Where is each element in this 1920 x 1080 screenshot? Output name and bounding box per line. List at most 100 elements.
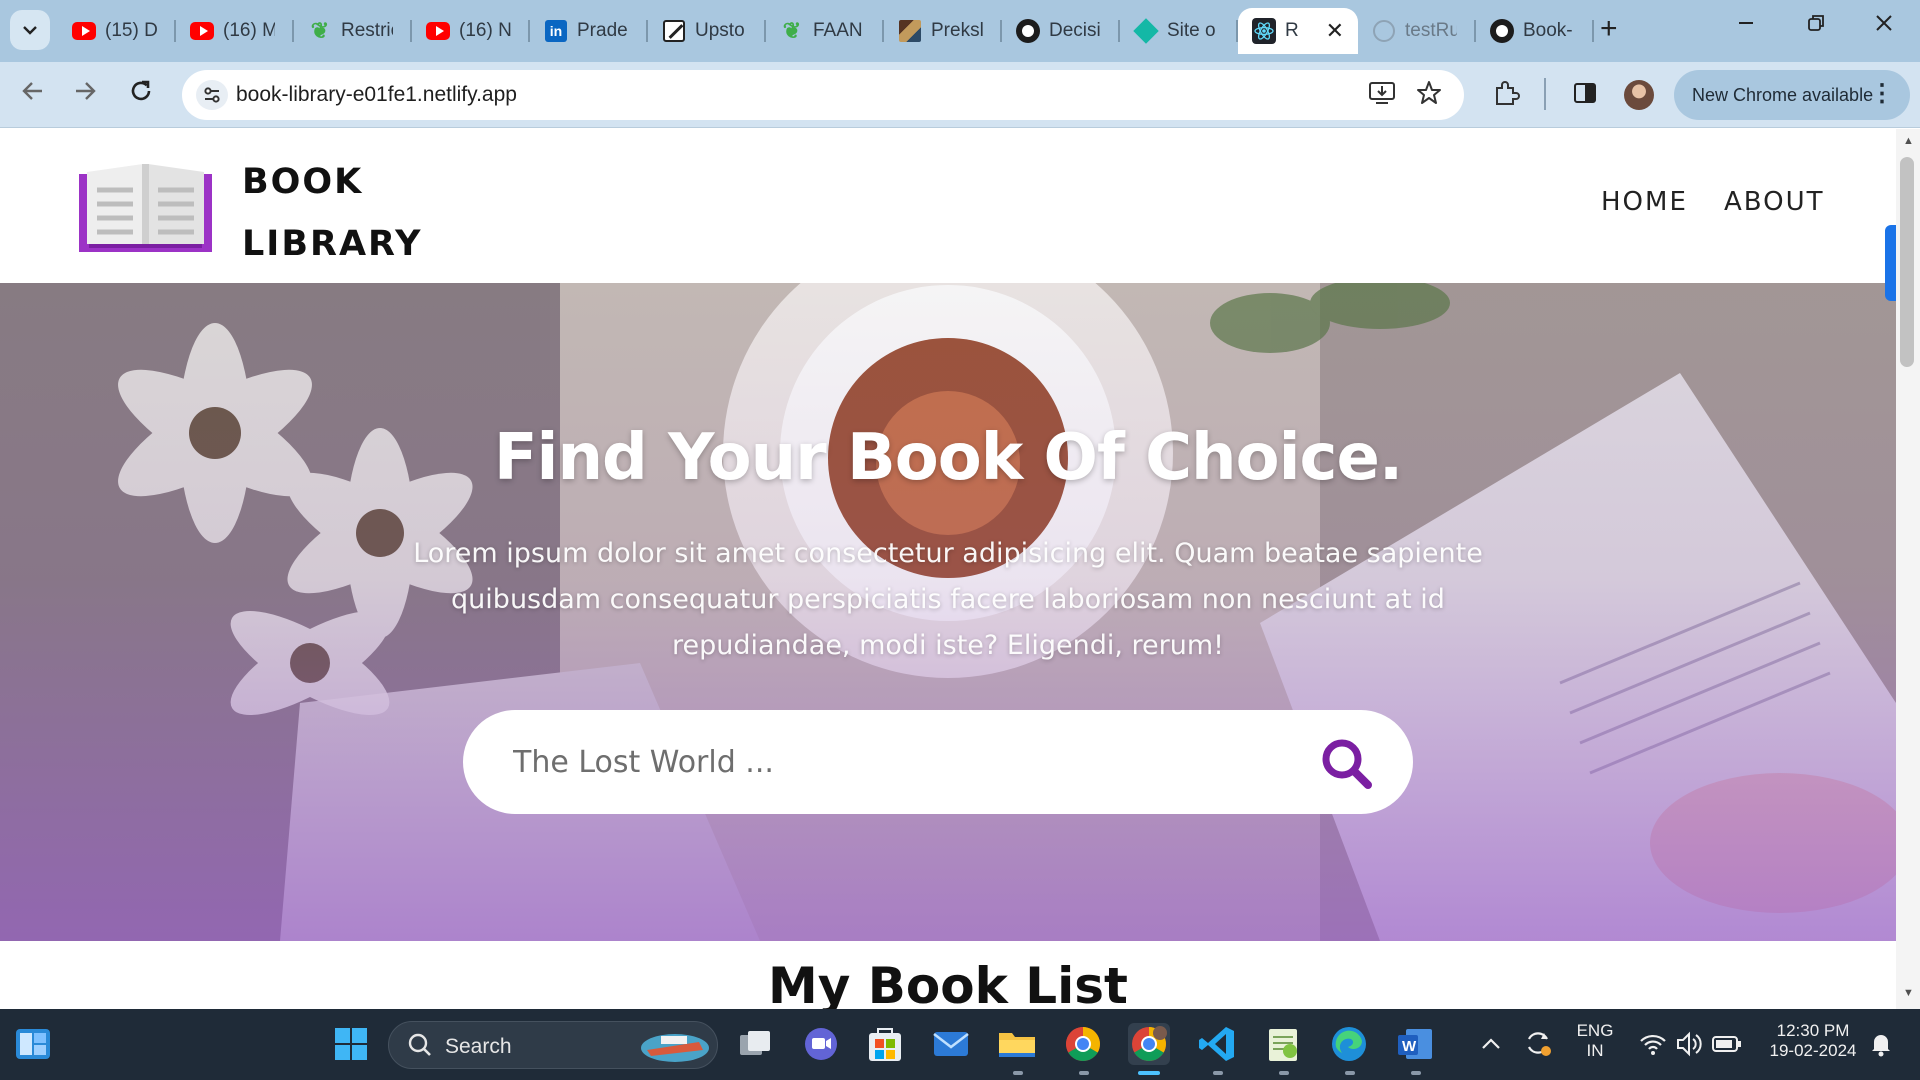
browser-tab[interactable]: Upsto xyxy=(648,8,766,54)
profile-avatar[interactable] xyxy=(1624,80,1654,110)
chrome-icon[interactable] xyxy=(1062,1023,1104,1065)
close-tab-icon[interactable]: ✕ xyxy=(1326,18,1344,44)
tab-label: R xyxy=(1285,20,1299,41)
hero-description: Lorem ipsum dolor sit amet consectetur a… xyxy=(413,538,1483,661)
mail-icon[interactable] xyxy=(930,1023,972,1065)
browser-tab[interactable]: ❦ FAAN xyxy=(766,8,884,54)
widgets-icon[interactable] xyxy=(12,1023,54,1065)
globe-icon xyxy=(1372,19,1396,43)
browser-tab-active[interactable]: R ✕ xyxy=(1238,8,1358,54)
sync-icon[interactable] xyxy=(1522,1027,1554,1059)
running-indicator xyxy=(1345,1071,1355,1075)
browser-tab[interactable]: in Prade xyxy=(530,8,648,54)
photo-icon xyxy=(898,19,922,43)
browser-tab[interactable]: (16) N xyxy=(412,8,530,54)
youtube-icon xyxy=(72,19,96,43)
url-text[interactable]: book-library-e01fe1.netlify.app xyxy=(236,83,517,107)
minimize-icon[interactable] xyxy=(1736,12,1756,40)
battery-icon[interactable] xyxy=(1710,1029,1744,1059)
show-hidden-icons-chevron-icon[interactable] xyxy=(1478,1031,1504,1057)
scroll-up-icon[interactable]: ▲ xyxy=(1903,135,1914,147)
svg-text:W: W xyxy=(1402,1038,1417,1055)
tab-label: Site o xyxy=(1167,20,1216,41)
diamond-icon xyxy=(1133,18,1159,44)
brand-title[interactable]: BOOK LIBRARY xyxy=(242,151,462,275)
back-arrow-icon[interactable] xyxy=(20,78,46,110)
volume-icon[interactable] xyxy=(1674,1029,1704,1059)
language-region: IN xyxy=(1586,1041,1604,1060)
running-indicator xyxy=(1013,1071,1023,1075)
open-book-logo-icon[interactable] xyxy=(79,162,212,252)
tab-label: (16) M xyxy=(223,20,275,41)
notepad-plus-plus-icon[interactable] xyxy=(1262,1023,1304,1065)
running-indicator xyxy=(1079,1071,1089,1075)
language-indicator[interactable]: ENG IN xyxy=(1570,1021,1620,1061)
search-icon xyxy=(408,1033,431,1056)
forward-arrow-icon[interactable] xyxy=(72,78,98,110)
site-settings-icon[interactable] xyxy=(196,80,228,110)
bookmark-star-icon[interactable] xyxy=(1416,80,1442,111)
running-indicator xyxy=(1213,1071,1223,1075)
browser-tab[interactable]: Preksl xyxy=(884,8,1002,54)
clock[interactable]: 12:30 PM 19-02-2024 xyxy=(1756,1021,1870,1061)
tab-label: Restric xyxy=(341,20,393,41)
start-windows-icon[interactable] xyxy=(330,1023,372,1065)
microsoft-store-icon[interactable] xyxy=(864,1023,906,1065)
toolbar-divider xyxy=(1544,78,1546,110)
tab-label: Book- xyxy=(1523,20,1573,41)
language-code: ENG xyxy=(1576,1021,1614,1040)
browser-tab[interactable]: (15) D xyxy=(58,8,176,54)
react-icon xyxy=(1252,18,1276,44)
update-chrome-button[interactable]: New Chrome available ⋮ xyxy=(1674,70,1910,120)
tab-label: FAAN xyxy=(813,20,863,41)
chrome-profile-active-icon[interactable] xyxy=(1128,1023,1170,1065)
nav-home-link[interactable]: HOME xyxy=(1601,187,1688,217)
brand-line-2: LIBRARY xyxy=(242,224,423,264)
windows-taskbar: Search W ENG IN 12:30 PM 19-02-2024 xyxy=(0,1009,1920,1080)
taskbar-search-label: Search xyxy=(445,1035,512,1058)
browser-tab[interactable]: Site o xyxy=(1120,8,1238,54)
tab-label: Decisi xyxy=(1049,20,1101,41)
more-menu-icon[interactable]: ⋮ xyxy=(1870,82,1894,106)
browser-tab[interactable]: Decisi xyxy=(1002,8,1120,54)
leaf-icon: ❦ xyxy=(310,18,330,43)
browser-tab[interactable]: Book- xyxy=(1476,8,1594,54)
word-icon[interactable]: W xyxy=(1394,1023,1436,1065)
teams-chat-icon[interactable] xyxy=(800,1023,842,1065)
leaf-icon: ❦ xyxy=(782,18,802,43)
file-explorer-icon[interactable] xyxy=(996,1023,1038,1065)
nav-about-link[interactable]: ABOUT xyxy=(1724,187,1825,217)
edge-icon[interactable] xyxy=(1328,1023,1370,1065)
tab-label: Prade xyxy=(577,20,628,41)
site-header: BOOK LIBRARY HOME ABOUT xyxy=(0,129,1896,283)
update-chrome-label: New Chrome available xyxy=(1692,84,1874,105)
reload-icon[interactable] xyxy=(128,78,154,110)
browser-tab[interactable]: (16) M xyxy=(176,8,294,54)
book-search-input[interactable] xyxy=(513,740,1273,784)
taskbar-search-box[interactable]: Search xyxy=(388,1021,718,1069)
address-bar[interactable]: book-library-e01fe1.netlify.app xyxy=(182,70,1464,120)
close-window-icon[interactable] xyxy=(1874,12,1894,40)
scroll-down-icon[interactable]: ▼ xyxy=(1903,987,1914,999)
active-running-indicator xyxy=(1138,1071,1160,1075)
tab-label: (16) N xyxy=(459,20,511,41)
restore-icon[interactable] xyxy=(1806,12,1826,40)
browser-tab-strip: (15) D (16) M ❦ Restric (16) N in Prade Up… xyxy=(0,0,1920,62)
task-view-icon[interactable] xyxy=(734,1023,776,1065)
side-panel-icon[interactable] xyxy=(1572,80,1598,111)
vertical-scrollbar[interactable]: ▲ ▼ xyxy=(1896,129,1920,1009)
install-app-icon[interactable] xyxy=(1368,80,1396,111)
browser-tab[interactable]: testRu xyxy=(1358,8,1476,54)
new-tab-button[interactable]: + xyxy=(1600,14,1618,44)
clock-date: 19-02-2024 xyxy=(1769,1041,1857,1060)
notifications-bell-icon[interactable] xyxy=(1866,1029,1896,1059)
tab-search-button[interactable] xyxy=(10,10,50,50)
wifi-icon[interactable] xyxy=(1638,1029,1668,1059)
running-indicator xyxy=(1411,1071,1421,1075)
scrollbar-thumb[interactable] xyxy=(1900,157,1914,367)
vscode-icon[interactable] xyxy=(1196,1023,1238,1065)
extensions-icon[interactable] xyxy=(1492,80,1520,113)
brand-line-1: BOOK xyxy=(242,162,364,202)
search-icon[interactable] xyxy=(1319,736,1375,792)
browser-tab[interactable]: ❦ Restric xyxy=(294,8,412,54)
